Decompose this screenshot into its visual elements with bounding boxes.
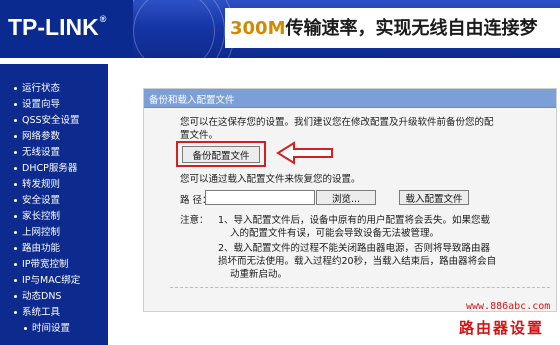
sidebar-item-system-tools[interactable]: 系统工具 — [14, 304, 60, 318]
browse-button[interactable]: 浏览... — [316, 190, 376, 205]
bullet-icon — [14, 231, 17, 234]
sidebar-menu: 运行状态 设置向导 QSS安全设置 网络参数 无线设置 DHCP服务器 转发规则… — [0, 64, 108, 345]
tp-link-logo: TP-LINK® — [8, 14, 107, 40]
sidebar-item-security[interactable]: 安全设置 — [14, 192, 60, 206]
bullet-icon — [14, 151, 17, 154]
sidebar-item-routing[interactable]: 路由功能 — [14, 240, 60, 254]
bullet-icon — [14, 311, 17, 314]
sidebar-item-network[interactable]: 网络参数 — [14, 128, 60, 142]
intro-text-line1: 您可以在这保存您的设置。我们建议您在修改配置及升级软件前备份您的配 — [180, 117, 494, 128]
panel-header: 备份和载入配置文件 — [144, 89, 556, 108]
sidebar-item-wizard[interactable]: 设置向导 — [14, 96, 60, 110]
bullet-icon — [14, 295, 17, 298]
note2-line3: 动重新启动。 — [230, 269, 288, 280]
bullet-icon — [24, 327, 27, 330]
watermark-url: www.886abc.com — [466, 301, 551, 312]
left-arrow-icon — [276, 141, 333, 165]
bullet-icon — [14, 183, 17, 186]
note1-line2: 入的配置文件有误，可能会导致设备无法被管理。 — [230, 228, 440, 239]
watermark-title: 路由器设置 — [459, 319, 545, 337]
bullet-icon — [14, 247, 17, 250]
load-config-button[interactable]: 载入配置文件 — [399, 190, 469, 205]
note-label: 注意： — [180, 215, 209, 226]
sidebar-item-time[interactable]: 时间设置 — [24, 320, 70, 334]
note2-line1: 2、载入配置文件的过程不能关闭路由器电源，否则将导致路由器 — [218, 243, 491, 254]
sidebar-item-ip-mac[interactable]: IP与MAC绑定 — [14, 272, 80, 286]
bullet-icon — [14, 87, 17, 90]
panel-divider — [170, 287, 550, 288]
sidebar-item-qss[interactable]: QSS安全设置 — [14, 112, 80, 126]
header-banner: TP-LINK® 300M传输速率，实现无线自由连接梦 — [0, 0, 560, 58]
sidebar-item-wireless[interactable]: 无线设置 — [14, 144, 60, 158]
bullet-icon — [14, 263, 17, 266]
bullet-icon — [14, 103, 17, 106]
restore-text: 您可以通过载入配置文件来恢复您的设置。 — [180, 174, 361, 185]
sidebar-item-forwarding[interactable]: 转发规则 — [14, 176, 60, 190]
note2-line2: 损坏而无法使用。载入过程约20秒，当载入结束后，路由器将会自 — [218, 256, 497, 267]
note1-line1: 1、导入配置文件后，设备中原有的用户配置将会丢失。如果您载 — [218, 215, 491, 226]
logo-area: TP-LINK® — [0, 0, 133, 58]
bullet-icon — [14, 119, 17, 122]
sidebar-item-ddns[interactable]: 动态DNS — [14, 288, 61, 302]
sidebar-item-dhcp[interactable]: DHCP服务器 — [14, 160, 77, 174]
panel-title: 备份和载入配置文件 — [149, 95, 235, 106]
sidebar-item-bandwidth[interactable]: IP带宽控制 — [14, 256, 69, 270]
sidebar-item-access-control[interactable]: 上网控制 — [14, 224, 60, 238]
bullet-icon — [14, 135, 17, 138]
file-path-input[interactable] — [205, 190, 315, 205]
sidebar-item-parental[interactable]: 家长控制 — [14, 208, 60, 222]
intro-text-line2: 置文件。 — [180, 130, 219, 141]
bullet-icon — [14, 215, 17, 218]
bullet-icon — [14, 199, 17, 202]
bullet-icon — [14, 167, 17, 170]
sidebar-item-status[interactable]: 运行状态 — [14, 80, 60, 94]
banner-slogan: 300M传输速率，实现无线自由连接梦 — [230, 18, 538, 39]
bullet-icon — [14, 279, 17, 282]
backup-button-highlight — [176, 141, 266, 167]
